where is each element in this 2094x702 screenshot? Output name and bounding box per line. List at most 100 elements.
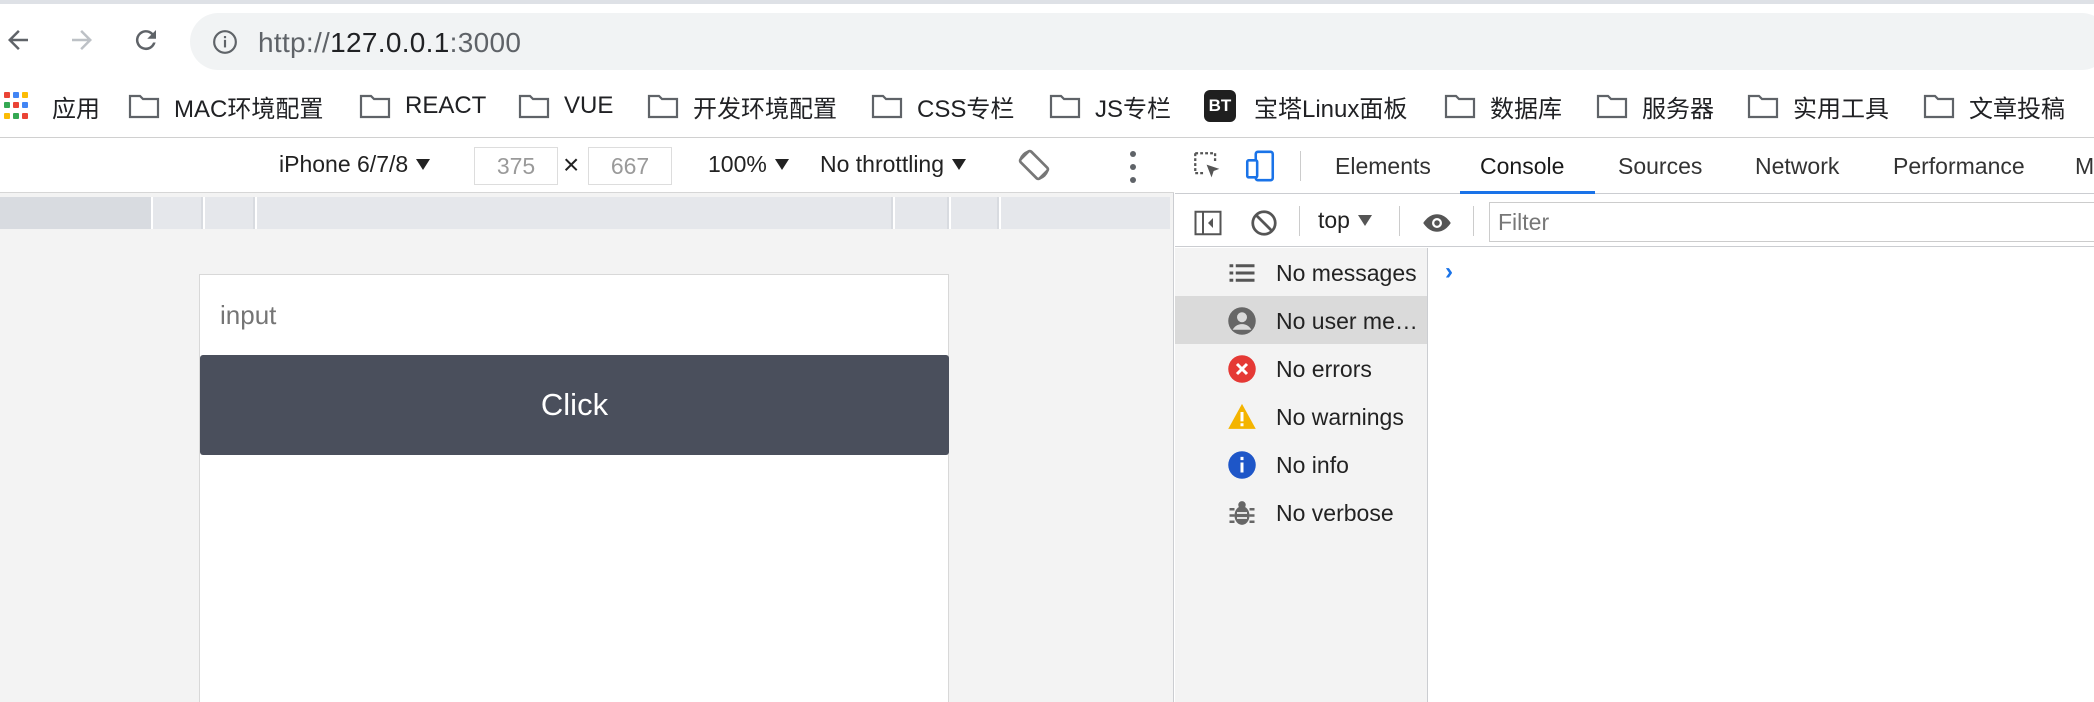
sidebar-item-label: No warnings — [1276, 404, 1404, 430]
device-name: iPhone 6/7/8 — [279, 151, 409, 177]
dimension-times: × — [563, 149, 580, 180]
console-sidebar: No messages No user me… No errors No war… — [1175, 248, 1428, 702]
active-tab-indicator — [1460, 191, 1595, 194]
bookmark-database[interactable]: 数据库 — [1444, 88, 1562, 124]
clear-console-icon[interactable] — [1249, 208, 1279, 238]
sidebar-item-label: No info — [1276, 452, 1349, 478]
sidebar-item-label: No user me… — [1276, 308, 1418, 334]
bookmark-label: VUE — [564, 92, 614, 119]
sidebar-item-warnings[interactable]: No warnings — [1175, 392, 1427, 440]
console-prompt-icon[interactable]: › — [1445, 258, 1453, 286]
sidebar-item-user-messages[interactable]: No user me… — [1175, 296, 1427, 344]
bookmark-label: 数据库 — [1490, 95, 1562, 123]
bookmark-label: 文章投稿 — [1969, 95, 2065, 123]
tab-sources[interactable]: Sources — [1618, 153, 1702, 180]
bookmark-mac[interactable]: MAC环境配置 — [128, 88, 323, 124]
warning-icon — [1228, 403, 1256, 429]
bookmark-label: REACT — [405, 92, 487, 119]
bookmark-label: 服务器 — [1642, 95, 1714, 123]
folder-icon — [128, 94, 160, 119]
media-query-bar[interactable] — [0, 197, 1170, 229]
sidebar-item-messages[interactable]: No messages — [1175, 248, 1427, 296]
bookmark-label: CSS专栏 — [917, 95, 1015, 123]
info-icon[interactable] — [212, 29, 238, 55]
text-input[interactable] — [200, 275, 948, 355]
bookmark-label: 应用 — [52, 95, 100, 123]
eye-icon[interactable] — [1420, 208, 1454, 238]
user-icon — [1228, 307, 1256, 335]
bookmark-bt-panel[interactable]: BT 宝塔Linux面板 — [1204, 88, 1407, 124]
folder-icon — [1747, 94, 1779, 119]
sidebar-item-info[interactable]: No info — [1175, 440, 1427, 488]
folder-icon — [1596, 94, 1628, 119]
bookmark-articles[interactable]: 文章投稿 — [1923, 88, 2065, 124]
caret-down-icon — [416, 159, 431, 170]
folder-icon — [518, 94, 550, 119]
sidebar-item-verbose[interactable]: No verbose — [1175, 488, 1427, 536]
bookmark-vue[interactable]: VUE — [518, 88, 613, 124]
apps-grid-icon — [4, 92, 32, 120]
device-select[interactable]: iPhone 6/7/8 — [279, 151, 431, 178]
bookmark-label: MAC环境配置 — [174, 95, 324, 123]
device-emulation-pane: iPhone 6/7/8 375 × 667 100% No throttlin… — [0, 139, 1174, 702]
tab-network[interactable]: Network — [1755, 153, 1839, 180]
sidebar-item-errors[interactable]: No errors — [1175, 344, 1427, 392]
error-icon — [1228, 355, 1256, 383]
devtools-panel: Elements Console Sources Network Perform… — [1175, 139, 2094, 702]
folder-icon — [647, 94, 679, 119]
bt-logo-icon: BT — [1204, 90, 1236, 122]
bookmarks-bar: 应用 MAC环境配置 REACT VUE 开发环境配置 CSS专栏 JS专栏 B… — [0, 74, 2094, 138]
context-value: top — [1318, 207, 1350, 233]
width-input[interactable]: 375 — [474, 147, 558, 185]
sidebar-item-label: No verbose — [1276, 500, 1394, 526]
context-select[interactable]: top — [1318, 207, 1372, 234]
zoom-value: 100% — [708, 151, 767, 177]
tab-performance[interactable]: Performance — [1893, 153, 2025, 180]
click-button[interactable]: Click — [200, 355, 949, 455]
bookmark-label: 实用工具 — [1793, 95, 1889, 123]
bookmark-label: 宝塔Linux面板 — [1254, 95, 1408, 123]
bookmark-react[interactable]: REACT — [359, 88, 486, 124]
sidebar-toggle-icon[interactable] — [1193, 208, 1223, 238]
devtools-tabbar: Elements Console Sources Network Perform… — [1175, 139, 2094, 194]
caret-down-icon — [774, 159, 789, 170]
rotate-icon[interactable] — [1016, 147, 1052, 183]
forward-arrow-icon[interactable] — [64, 22, 100, 58]
device-toggle-icon[interactable] — [1243, 149, 1277, 183]
tab-elements[interactable]: Elements — [1335, 153, 1431, 180]
height-input[interactable]: 667 — [588, 147, 672, 185]
folder-icon — [1923, 94, 1955, 119]
folder-icon — [1049, 94, 1081, 119]
more-options-icon[interactable] — [1128, 151, 1138, 183]
folder-icon — [1444, 94, 1476, 119]
caret-down-icon — [952, 159, 967, 170]
info-icon — [1228, 451, 1256, 479]
filter-input[interactable] — [1489, 202, 2094, 242]
browser-toolbar: http://127.0.0.1:3000 — [0, 0, 2094, 74]
bookmark-css[interactable]: CSS专栏 — [871, 88, 1014, 124]
url-text: http://127.0.0.1:3000 — [258, 27, 522, 58]
caret-down-icon — [1357, 215, 1372, 226]
bookmark-label: 开发环境配置 — [693, 95, 837, 123]
bookmark-server[interactable]: 服务器 — [1596, 88, 1714, 124]
reload-icon[interactable] — [128, 22, 164, 58]
bookmark-apps[interactable]: 应用 — [4, 88, 100, 124]
tab-console[interactable]: Console — [1480, 153, 1564, 180]
throttling-select[interactable]: No throttling — [820, 151, 967, 178]
zoom-select[interactable]: 100% — [708, 151, 789, 178]
tab-memory[interactable]: M — [2075, 153, 2094, 180]
back-arrow-icon[interactable] — [0, 22, 36, 58]
folder-icon — [359, 94, 391, 119]
sidebar-item-label: No errors — [1276, 356, 1372, 382]
device-toolbar: iPhone 6/7/8 375 × 667 100% No throttlin… — [0, 139, 1174, 193]
bookmark-label: JS专栏 — [1095, 95, 1172, 123]
address-bar[interactable]: http://127.0.0.1:3000 — [190, 13, 2094, 70]
inspect-element-icon[interactable] — [1191, 149, 1225, 183]
emulated-viewport: Click — [199, 274, 949, 702]
folder-icon — [871, 94, 903, 119]
bug-icon — [1229, 501, 1255, 525]
bookmark-tools[interactable]: 实用工具 — [1747, 88, 1889, 124]
throttling-value: No throttling — [820, 151, 945, 177]
bookmark-js[interactable]: JS专栏 — [1049, 88, 1171, 124]
bookmark-dev-env[interactable]: 开发环境配置 — [647, 88, 837, 124]
